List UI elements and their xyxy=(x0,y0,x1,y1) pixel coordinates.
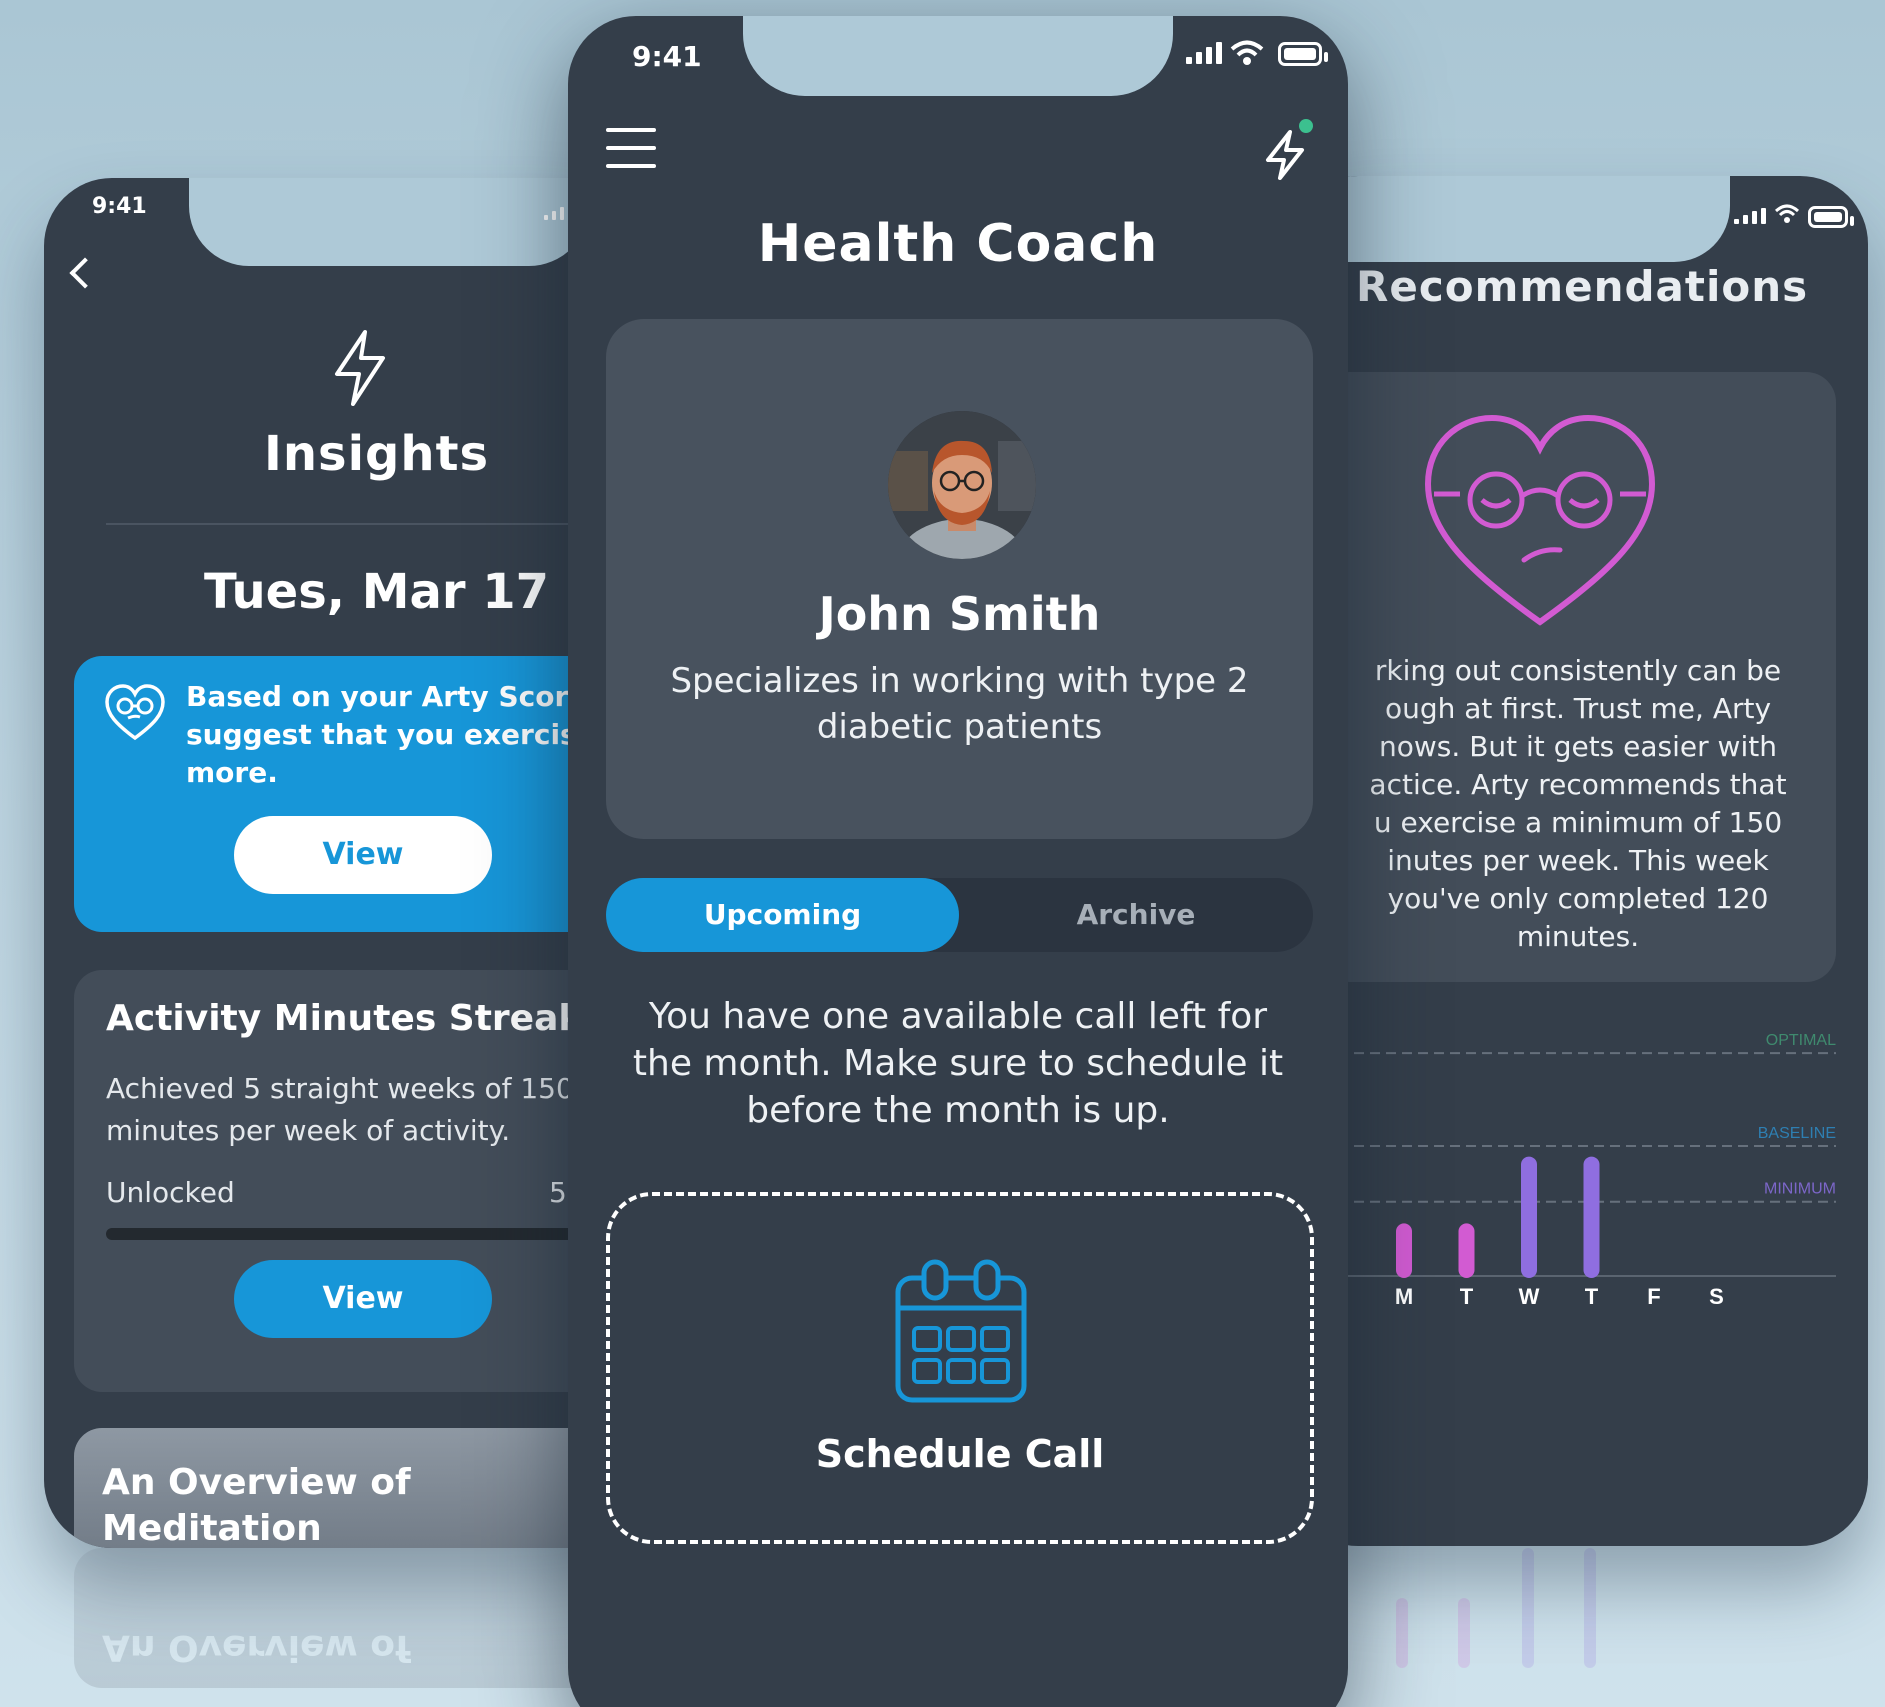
signal-icon xyxy=(1186,42,1222,64)
meditation-title-line2: Meditation xyxy=(102,1508,322,1548)
signal-icon xyxy=(1734,208,1766,224)
recommendation-card: rking out consistently can be ough at fir… xyxy=(1320,372,1836,982)
page-title: Health Coach xyxy=(757,214,1159,274)
arty-text-line1: Based on your Arty Score xyxy=(186,680,588,713)
coach-avatar xyxy=(888,411,1036,559)
streak-title: Activity Minutes Streak xyxy=(106,998,583,1039)
streak-card: Activity Minutes Streak Achieved 5 strai… xyxy=(74,970,644,1392)
lightning-icon xyxy=(335,330,385,406)
streak-status: Unlocked xyxy=(106,1176,235,1209)
streak-view-button[interactable]: View xyxy=(234,1260,492,1338)
streak-progress-bar xyxy=(106,1228,644,1240)
battery-icon xyxy=(1808,206,1854,228)
wifi-icon xyxy=(1230,40,1264,65)
x-tick-label: T xyxy=(1585,1284,1599,1306)
page-title: Recommendations xyxy=(1356,262,1809,311)
recommendation-line: nows. But it gets easier with xyxy=(1379,730,1777,763)
meditation-title-line1: An Overview of xyxy=(102,1462,411,1503)
notch xyxy=(189,178,589,266)
left-reflection: An Overview of xyxy=(44,1548,674,1688)
tab-upcoming-label: Upcoming xyxy=(703,898,862,931)
tab-archive-label: Archive xyxy=(1076,898,1196,931)
schedule-call-button[interactable]: Schedule Call xyxy=(606,1192,1314,1544)
reference-line-label: BASELINE xyxy=(1758,1125,1836,1142)
streak-text-line1: Achieved 5 straight weeks of 150 xyxy=(106,1072,574,1105)
status-time: 9:41 xyxy=(92,194,147,219)
reference-line-label: MINIMUM xyxy=(1764,1181,1836,1198)
recommendation-line: ough at first. Trust me, Arty xyxy=(1384,692,1772,725)
notch xyxy=(743,16,1173,96)
page-title: Insights xyxy=(264,426,490,482)
coach-specialty-line2: diabetic patients xyxy=(816,707,1103,747)
lightning-notification-icon[interactable] xyxy=(1262,116,1314,180)
activity-chart: OPTIMAL BASELINE MINIMUM M T W T F S xyxy=(1290,1032,1836,1306)
x-tick-label: T xyxy=(1460,1284,1474,1306)
schedule-call-label: Schedule Call xyxy=(815,1432,1105,1476)
insights-phone: 9:41 Insights Tues, Mar 17 Based on your… xyxy=(44,178,644,1548)
heart-glasses-icon xyxy=(1424,414,1656,626)
call-message-line2: the month. Make sure to schedule it xyxy=(632,1043,1284,1084)
heart-glasses-icon xyxy=(105,684,165,741)
battery-icon xyxy=(1278,42,1328,66)
arty-text-line3: more. xyxy=(186,756,278,789)
call-message-line1: You have one available call left for xyxy=(648,996,1268,1037)
health-coach-phone: 9:41 Health Coach John Smith Specializes… xyxy=(568,16,1348,1707)
streak-count: 5 xyxy=(549,1176,567,1209)
coach-profile-card: John Smith Specializes in working with t… xyxy=(606,319,1313,839)
x-tick-label: S xyxy=(1709,1284,1724,1306)
recommendation-line: u exercise a minimum of 150 xyxy=(1373,806,1783,839)
reference-line-label: OPTIMAL xyxy=(1766,1032,1836,1049)
right-reflection xyxy=(1380,1548,1850,1668)
arty-score-card: Based on your Arty Score suggest that yo… xyxy=(74,656,644,932)
meditation-card[interactable]: An Overview of Meditation xyxy=(74,1428,644,1548)
status-time: 9:41 xyxy=(632,40,702,73)
wifi-icon xyxy=(1774,204,1800,223)
notch xyxy=(1290,176,1730,262)
recommendation-line: inutes per week. This week xyxy=(1387,844,1769,877)
recommendation-line: actice. Arty recommends that xyxy=(1369,768,1787,801)
tab-upcoming[interactable]: Upcoming xyxy=(606,878,959,952)
arty-text-line2: suggest that you exercise xyxy=(186,718,596,751)
mockup-stage: An Overview of 9:41 Insights Tues, Mar 1… xyxy=(0,0,1885,1707)
reflection-text: An Overview of xyxy=(102,1627,411,1668)
x-tick-label: W xyxy=(1519,1284,1540,1306)
x-tick-label: F xyxy=(1647,1284,1660,1306)
recommendations-phone: Recommendations rking out consistently c… xyxy=(1290,176,1868,1546)
recommendation-line: rking out consistently can be xyxy=(1374,654,1782,687)
coach-name: John Smith xyxy=(818,587,1101,641)
back-chevron-icon[interactable] xyxy=(69,257,101,289)
tab-switcher: Upcoming Archive xyxy=(606,878,1313,952)
call-message-line3: before the month is up. xyxy=(746,1090,1170,1131)
x-tick-label: M xyxy=(1395,1284,1413,1306)
signal-icon xyxy=(544,206,564,220)
arty-view-button[interactable]: View xyxy=(234,816,492,894)
divider xyxy=(106,523,644,525)
calendar-icon xyxy=(895,1259,1027,1403)
date-heading: Tues, Mar 17 xyxy=(204,564,550,620)
coach-specialty-line1: Specializes in working with type 2 xyxy=(670,661,1249,701)
streak-text-line2: minutes per week of activity. xyxy=(106,1114,511,1147)
tab-archive[interactable]: Archive xyxy=(959,878,1313,952)
menu-icon[interactable] xyxy=(606,128,656,168)
